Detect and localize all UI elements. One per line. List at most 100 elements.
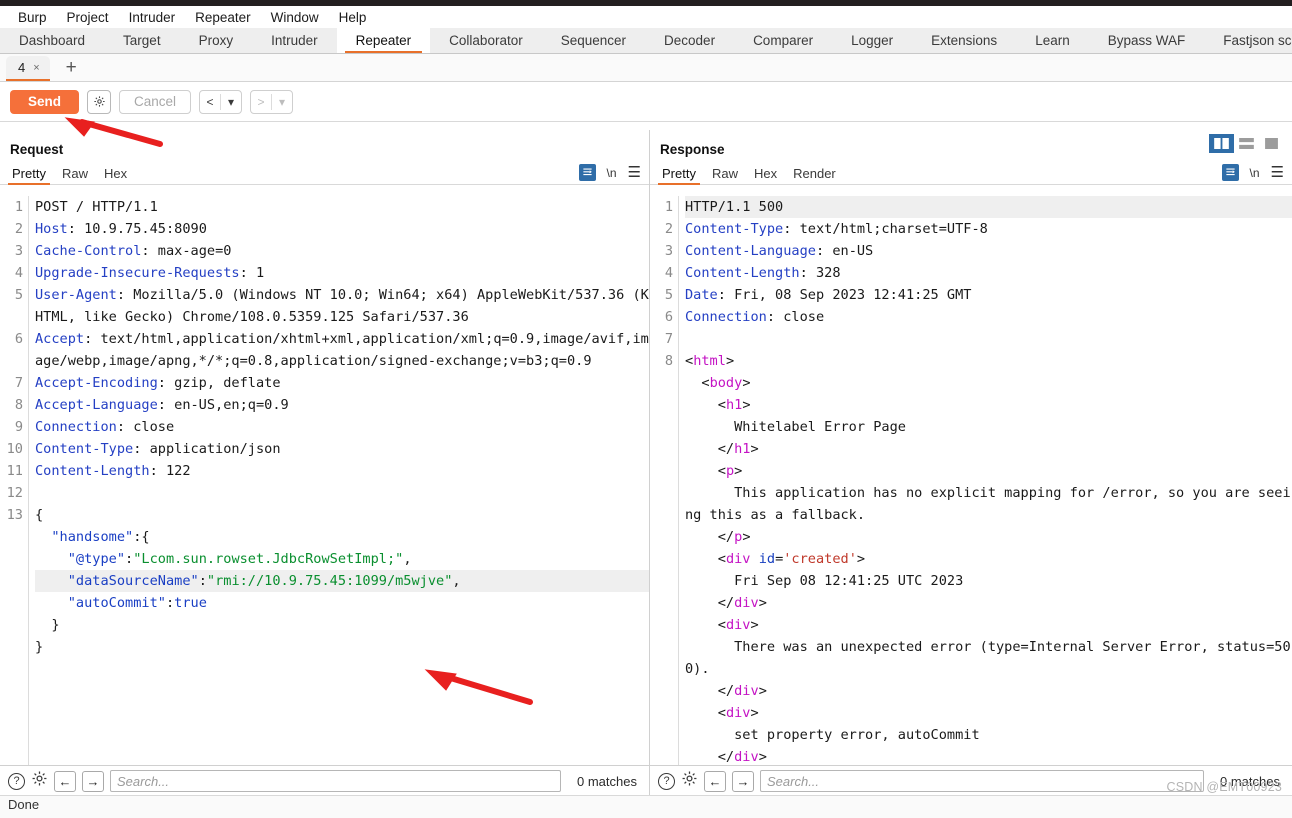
response-code[interactable]: HTTP/1.1 500 Content-Type: text/html;char… bbox=[678, 196, 1292, 765]
code-line: <div> bbox=[685, 705, 759, 721]
code-line: Accept: text/html,application/xhtml+xml,… bbox=[35, 331, 649, 369]
code-line: Content-Type: text/html;charset=UTF-8 bbox=[685, 221, 988, 237]
code-line: Date: Fri, 08 Sep 2023 12:41:25 GMT bbox=[685, 287, 972, 303]
repeater-tab-4[interactable]: 4 × bbox=[6, 55, 50, 81]
chevron-right-icon[interactable]: > bbox=[251, 91, 271, 113]
hamburger-icon[interactable]: ☰ bbox=[1271, 165, 1284, 180]
request-gutter: 1 2 3 4 5 6 7 8 9 10 11 12 13 bbox=[0, 196, 28, 765]
tab-intruder[interactable]: Intruder bbox=[252, 28, 337, 53]
gear-icon[interactable] bbox=[681, 770, 698, 792]
code-line: </div> bbox=[685, 683, 767, 699]
line-number: 2 bbox=[14, 221, 23, 237]
menu-item-repeater[interactable]: Repeater bbox=[185, 10, 261, 25]
request-search-input[interactable] bbox=[110, 770, 562, 792]
cancel-button[interactable]: Cancel bbox=[119, 89, 192, 114]
line-number bbox=[650, 482, 673, 526]
hamburger-icon[interactable]: ☰ bbox=[628, 165, 641, 180]
repeater-tab-label: 4 bbox=[18, 60, 26, 75]
close-icon[interactable]: × bbox=[33, 62, 39, 74]
format-icon[interactable] bbox=[578, 164, 596, 181]
response-title: Response bbox=[660, 142, 725, 157]
response-tab-hex[interactable]: Hex bbox=[752, 167, 791, 184]
main-tab-bar: Dashboard Target Proxy Intruder Repeater… bbox=[0, 28, 1292, 54]
line-number: 4 bbox=[664, 265, 673, 281]
request-tab-pretty[interactable]: Pretty bbox=[8, 167, 60, 185]
tab-collaborator[interactable]: Collaborator bbox=[430, 28, 542, 53]
history-forward-group[interactable]: > ▾ bbox=[250, 89, 294, 114]
find-previous-button[interactable]: ← bbox=[704, 770, 726, 792]
tab-target[interactable]: Target bbox=[104, 28, 180, 53]
line-number: 6 bbox=[664, 309, 673, 325]
request-match-count: 0 matches bbox=[577, 773, 637, 789]
response-editor[interactable]: 1 2 3 4 5 6 7 8 HTTP/1.1 500 Content-Type: text/… bbox=[650, 196, 1292, 765]
line-number: 1 bbox=[664, 199, 673, 215]
line-number: 7 bbox=[14, 375, 23, 391]
request-tab-raw[interactable]: Raw bbox=[60, 167, 102, 184]
response-match-count: 0 matches bbox=[1220, 773, 1280, 789]
help-icon[interactable]: ? bbox=[8, 772, 25, 790]
tab-comparer[interactable]: Comparer bbox=[734, 28, 832, 53]
code-line: <p> bbox=[685, 463, 743, 479]
response-tab-pretty[interactable]: Pretty bbox=[658, 167, 710, 185]
gear-icon[interactable] bbox=[87, 89, 112, 114]
line-number bbox=[650, 372, 673, 394]
response-tab-raw[interactable]: Raw bbox=[710, 167, 752, 184]
tab-decoder[interactable]: Decoder bbox=[645, 28, 734, 53]
history-back-group[interactable]: < ▾ bbox=[199, 89, 243, 114]
request-tab-hex[interactable]: Hex bbox=[102, 167, 141, 184]
tab-bypass-waf[interactable]: Bypass WAF bbox=[1089, 28, 1205, 53]
tab-logger[interactable]: Logger bbox=[832, 28, 912, 53]
response-toolbar: \n ☰ bbox=[1221, 164, 1284, 181]
tab-learn[interactable]: Learn bbox=[1016, 28, 1089, 53]
line-number: 2 bbox=[664, 221, 673, 237]
format-icon[interactable] bbox=[1221, 164, 1239, 181]
code-line: There was an unexpected error (type=Inte… bbox=[685, 639, 1291, 677]
horizontal-split-icon[interactable] bbox=[1234, 134, 1259, 153]
tab-sequencer[interactable]: Sequencer bbox=[542, 28, 645, 53]
code-line: User-Agent: Mozilla/5.0 (Windows NT 10.0… bbox=[35, 287, 649, 325]
tab-extensions[interactable]: Extensions bbox=[912, 28, 1016, 53]
code-line: Content-Length: 122 bbox=[35, 463, 191, 479]
find-next-button[interactable]: → bbox=[82, 770, 104, 792]
menu-item-window[interactable]: Window bbox=[261, 10, 329, 25]
code-line: Content-Length: 328 bbox=[685, 265, 841, 281]
tab-proxy[interactable]: Proxy bbox=[180, 28, 253, 53]
plus-icon[interactable]: + bbox=[60, 58, 83, 77]
response-search-input[interactable] bbox=[760, 770, 1205, 792]
code-line: <body> bbox=[685, 375, 751, 391]
response-tab-render[interactable]: Render bbox=[791, 167, 850, 184]
code-line: Connection: close bbox=[685, 309, 825, 325]
line-number: 8 bbox=[664, 353, 673, 369]
gear-icon[interactable] bbox=[31, 770, 48, 792]
code-line: <h1> bbox=[685, 397, 751, 413]
vertical-split-icon[interactable] bbox=[1209, 134, 1234, 153]
tab-repeater[interactable]: Repeater bbox=[336, 28, 431, 53]
menu-item-burp[interactable]: Burp bbox=[8, 10, 57, 25]
newline-toggle[interactable]: \n bbox=[1250, 166, 1260, 180]
line-number: 12 bbox=[6, 485, 23, 501]
chevron-down-icon[interactable]: ▾ bbox=[221, 91, 241, 113]
line-number: 6 bbox=[14, 331, 23, 347]
request-code[interactable]: POST / HTTP/1.1 Host: 10.9.75.45:8090 Cach… bbox=[28, 196, 649, 765]
send-button[interactable]: Send bbox=[10, 89, 80, 114]
code-line: Whitelabel Error Page bbox=[685, 419, 906, 435]
chevron-left-icon[interactable]: < bbox=[200, 91, 220, 113]
code-line: "autoCommit":true bbox=[67, 595, 207, 611]
find-previous-button[interactable]: ← bbox=[54, 770, 76, 792]
status-text: Done bbox=[8, 797, 40, 812]
request-editor[interactable]: 1 2 3 4 5 6 7 8 9 10 11 12 13 POST / HTTP/1.1 Host: 1… bbox=[0, 196, 649, 765]
help-icon[interactable]: ? bbox=[658, 772, 675, 790]
menu-item-intruder[interactable]: Intruder bbox=[119, 10, 186, 25]
line-number: 1 bbox=[14, 199, 23, 215]
menu-item-project[interactable]: Project bbox=[57, 10, 119, 25]
find-next-button[interactable]: → bbox=[732, 770, 754, 792]
tab-fastjson-scan[interactable]: Fastjson scan bbox=[1204, 28, 1292, 53]
single-pane-icon[interactable] bbox=[1259, 134, 1284, 153]
tab-dashboard[interactable]: Dashboard bbox=[0, 28, 104, 53]
code-line: "handsome":{ bbox=[51, 529, 150, 545]
chevron-down-icon[interactable]: ▾ bbox=[272, 91, 292, 113]
newline-toggle[interactable]: \n bbox=[607, 166, 617, 180]
response-gutter: 1 2 3 4 5 6 7 8 bbox=[650, 196, 678, 765]
menu-item-help[interactable]: Help bbox=[329, 10, 377, 25]
code-line: } bbox=[35, 639, 44, 655]
